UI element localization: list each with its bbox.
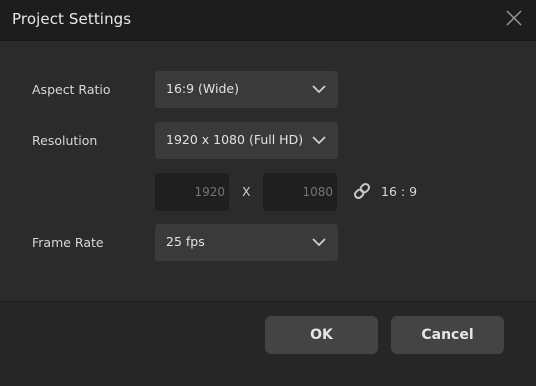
cancel-button[interactable]: Cancel [391,316,504,354]
ratio-readout: 16 : 9 [381,184,418,199]
ok-button[interactable]: OK [265,316,378,354]
width-input[interactable] [155,173,229,211]
resolution-value: 1920 x 1080 (Full HD) [166,132,304,147]
aspect-ratio-label: Aspect Ratio [32,82,111,97]
resolution-label: Resolution [32,133,98,148]
chevron-down-icon [312,85,326,94]
height-input[interactable] [263,173,337,211]
frame-rate-label: Frame Rate [32,235,104,250]
aspect-ratio-value: 16:9 (Wide) [166,81,239,96]
chevron-down-icon [312,238,326,247]
resolution-select[interactable]: 1920 x 1080 (Full HD) [155,122,338,159]
title-bar: Project Settings [0,0,536,41]
frame-rate-value: 25 fps [166,234,205,249]
chevron-down-icon [312,136,326,145]
close-icon[interactable] [504,8,524,28]
aspect-ratio-select[interactable]: 16:9 (Wide) [155,71,338,108]
project-settings-dialog: Project Settings Aspect Ratio 16:9 (Wide… [0,0,536,386]
frame-rate-select[interactable]: 25 fps [155,224,338,261]
dialog-title: Project Settings [12,10,132,28]
link-chain-icon[interactable] [352,181,372,201]
dimension-separator: X [242,184,251,199]
